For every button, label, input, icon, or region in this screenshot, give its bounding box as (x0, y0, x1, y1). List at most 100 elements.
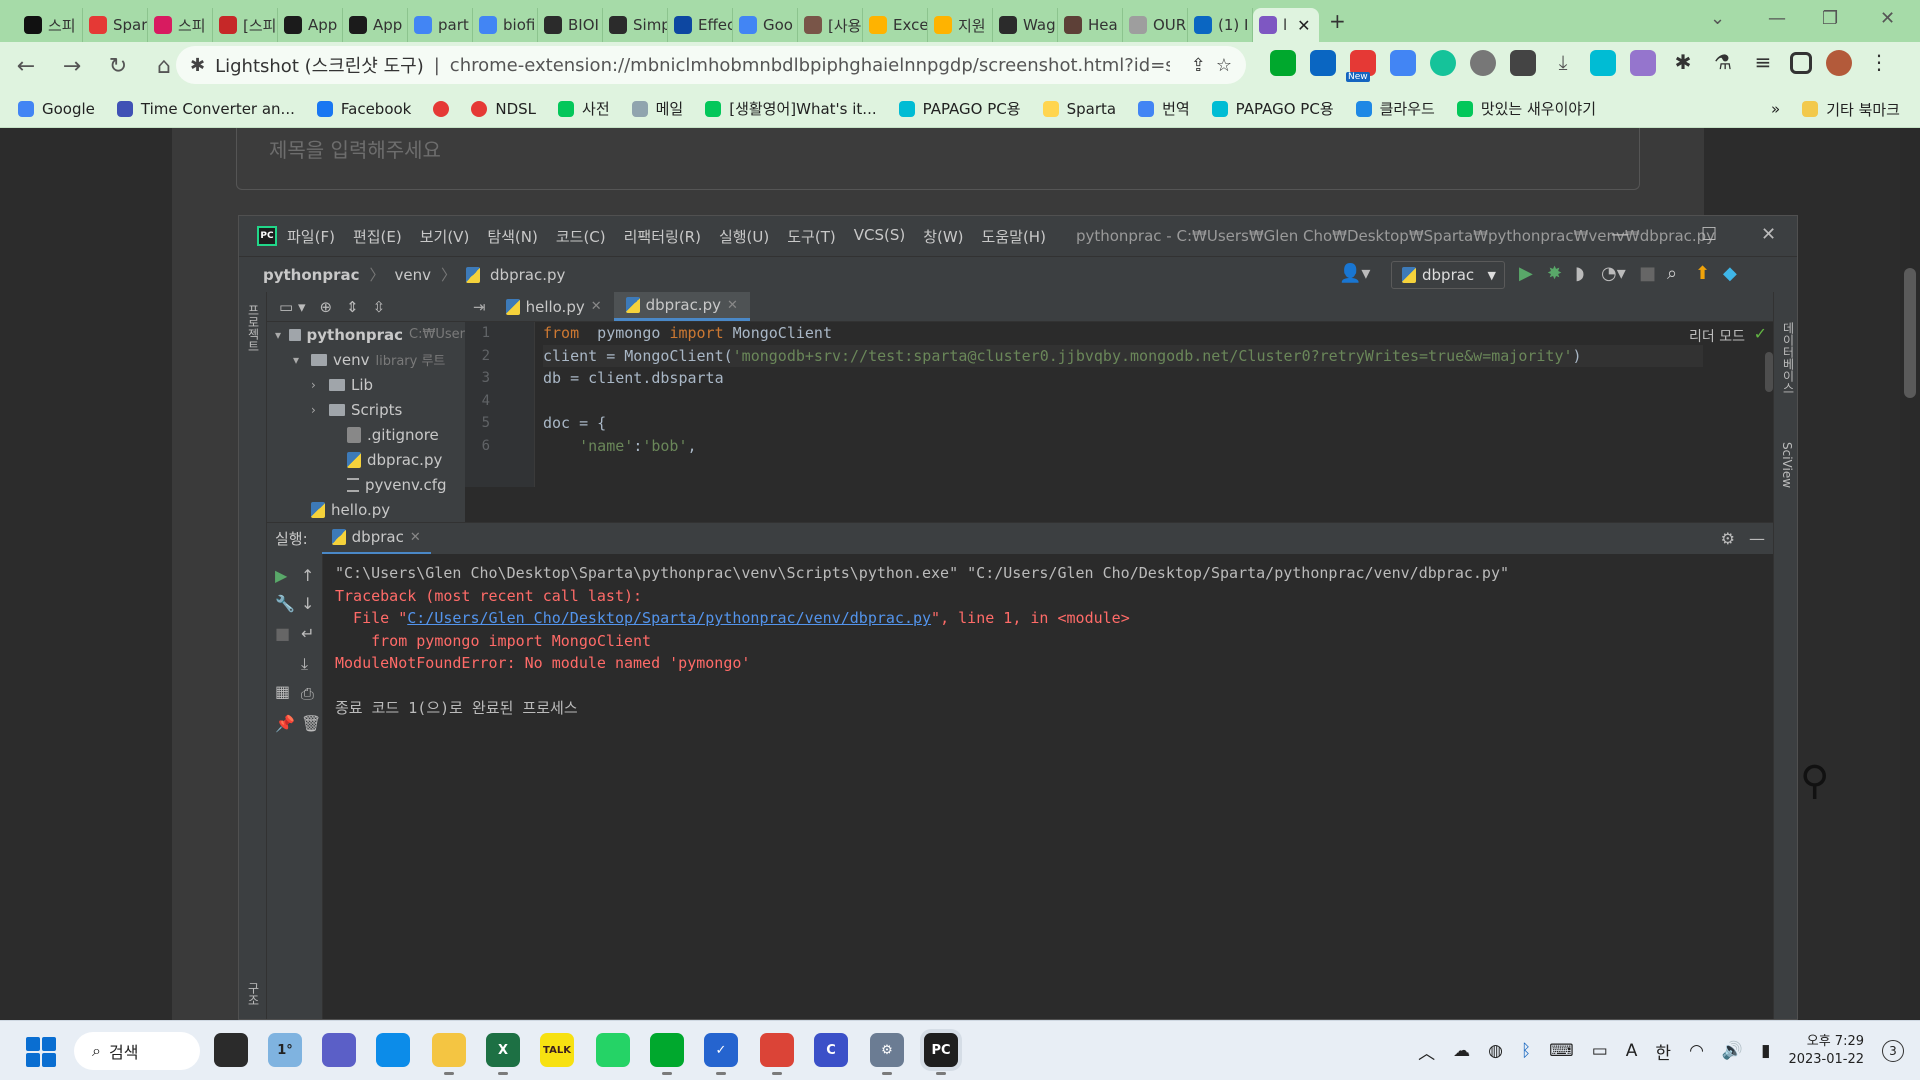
print-icon[interactable]: ⎙ (301, 684, 314, 704)
code-line[interactable] (543, 390, 1703, 413)
chevron-right-icon[interactable]: › (311, 403, 323, 417)
ide-menu-item[interactable]: VCS(S) (854, 226, 905, 247)
bookmark-item[interactable]: PAPAGO PC용 (1211, 98, 1334, 119)
run-tab-dbprac[interactable]: dbprac ✕ (321, 523, 431, 555)
browser-tab[interactable]: BIOI (538, 8, 603, 42)
other-bookmarks-folder[interactable]: 기타 북마크 (1802, 99, 1900, 120)
ide-maximize-button[interactable]: ☐ (1701, 224, 1717, 245)
onedrive-cloud-icon[interactable]: ☁ (1453, 1041, 1470, 1061)
ide-menu-item[interactable]: 편집(E) (353, 226, 402, 247)
browser-tab[interactable]: biofi (473, 8, 538, 42)
run-icon[interactable]: ▶ (1519, 263, 1533, 284)
bookmark-star-icon[interactable]: ☆ (1216, 55, 1232, 76)
project-tree-item[interactable]: hello.py (267, 497, 465, 522)
page-scrollbar[interactable] (1900, 128, 1920, 1020)
browser-tab[interactable]: Exce (863, 8, 928, 42)
ide-menu-item[interactable]: 코드(C) (556, 226, 606, 247)
bookmark-item[interactable]: 클라우드 (1355, 98, 1435, 119)
close-icon[interactable]: ✕ (591, 299, 602, 314)
forward-icon[interactable]: → (58, 54, 86, 79)
taskbar-app-app-c[interactable]: C (814, 1033, 848, 1067)
editor-tab[interactable]: hello.py ✕ (494, 292, 614, 321)
project-tree-item[interactable]: .gitignore (267, 422, 465, 447)
battery-icon[interactable]: ▮ (1761, 1041, 1770, 1061)
close-icon[interactable]: ✕ (410, 530, 421, 545)
project-tree-item[interactable]: dbprac.py (267, 447, 465, 472)
bookmark-item[interactable]: Facebook (316, 100, 411, 118)
taskbar-app-chrome-beta[interactable] (760, 1033, 794, 1075)
bookmark-item[interactable]: PAPAGO PC용 (898, 98, 1021, 119)
user-account-icon[interactable]: 👤▾ (1339, 263, 1370, 284)
stop-icon[interactable]: ■ (275, 624, 290, 643)
bookmark-item[interactable]: 맛있는 새우이야기 (1456, 98, 1596, 119)
code-line[interactable]: db = client.dbsparta (543, 367, 1703, 390)
collapse-all-icon[interactable]: ⇳ (373, 298, 386, 316)
flask-ext-icon[interactable]: ⚗ (1710, 50, 1736, 76)
taskbar-app-whatsapp[interactable] (596, 1033, 630, 1067)
plugin-logo-icon[interactable]: ◆ (1723, 263, 1737, 284)
layout-icon[interactable]: ▦ (275, 682, 290, 701)
ide-menu-item[interactable]: 파일(F) (287, 226, 335, 247)
project-tree-item[interactable]: › Scripts (267, 397, 465, 422)
ide-menu-item[interactable]: 실행(U) (719, 226, 769, 247)
project-tree-item[interactable]: ▾ venv library 루트 (267, 347, 465, 372)
breadcrumb-folder[interactable]: venv (395, 266, 432, 284)
chevron-right-icon[interactable]: › (311, 378, 323, 392)
window-restore-button[interactable]: ❐ (1822, 8, 1838, 29)
run-configuration-select[interactable]: dbprac ▼ (1391, 261, 1505, 289)
browser-tab[interactable]: part (408, 8, 473, 42)
update-icon[interactable]: ⬆ (1695, 263, 1710, 284)
taskbar-app-kakaotalk[interactable]: TALK (540, 1033, 574, 1067)
bluetooth-icon[interactable]: ᛒ (1521, 1041, 1531, 1061)
chrome-menu-icon[interactable]: ⋮ (1866, 50, 1892, 76)
extensions-puzzle-icon[interactable]: ✱ (1670, 50, 1696, 76)
traceback-file-link[interactable]: C:/Users/Glen Cho/Desktop/Sparta/pythonp… (407, 609, 931, 627)
code-area[interactable]: from pymongo import MongoClient client = … (543, 322, 1703, 457)
code-line[interactable]: 'name':'bob', (543, 435, 1703, 458)
media-control-icon[interactable]: ≡ (1750, 50, 1776, 76)
taskbar-app-zoom[interactable] (322, 1033, 356, 1067)
tab-close-icon[interactable]: ✕ (1297, 16, 1310, 35)
tablet-icon[interactable]: ▭ (1592, 1041, 1608, 1061)
code-line[interactable]: from pymongo import MongoClient (543, 322, 1703, 345)
new-tab-button[interactable]: + (1319, 9, 1356, 33)
lightshot-ext-icon[interactable] (1630, 50, 1656, 76)
code-editor[interactable]: 123456 from pymongo import MongoClient cl… (465, 322, 1773, 487)
editor-pin-icon[interactable]: ⇥ (465, 292, 494, 321)
locate-target-icon[interactable]: ⊕ (319, 298, 332, 316)
browser-tab[interactable]: Wag (993, 8, 1058, 42)
sciview-tool-tab[interactable]: SciView (1780, 442, 1794, 488)
windows-start-button[interactable] (26, 1037, 56, 1067)
pin-icon[interactable]: 📌 (275, 714, 295, 733)
editor-scroll-thumb[interactable] (1765, 352, 1773, 392)
ide-minimize-button[interactable]: — (1611, 224, 1629, 245)
share-icon[interactable]: ⇪ (1191, 55, 1206, 76)
reload-icon[interactable]: ↻ (104, 54, 132, 79)
expand-all-icon[interactable]: ⇕ (346, 298, 359, 316)
taskbar-app-edge[interactable] (376, 1033, 410, 1067)
profile-avatar[interactable] (1826, 50, 1852, 76)
bookmark-item[interactable]: 사전 (558, 98, 610, 119)
browser-tab[interactable]: Spar (83, 8, 148, 42)
window-close-button[interactable]: ✕ (1880, 8, 1895, 29)
taskbar-app-pycharm[interactable]: PC (924, 1033, 958, 1075)
breadcrumb-file[interactable]: dbprac.py (490, 266, 565, 284)
browser-tab[interactable]: Effec (668, 8, 733, 42)
wrench-icon[interactable]: 🔧 (275, 594, 295, 613)
code-line[interactable]: doc = { (543, 412, 1703, 435)
notification-count-badge[interactable]: 3 (1882, 1040, 1904, 1062)
wifi-icon[interactable]: ◠ (1689, 1041, 1704, 1061)
page-scroll-thumb[interactable] (1904, 268, 1916, 398)
browser-tab[interactable]: l ✕ (1253, 8, 1319, 42)
back-icon[interactable]: ← (12, 54, 40, 79)
coverage-icon[interactable]: ◗ (1575, 263, 1584, 284)
browser-tab[interactable]: 스피 (18, 8, 83, 42)
taskbar-app-excel[interactable]: X (486, 1033, 520, 1075)
project-tree-item[interactable]: pyvenv.cfg (267, 472, 465, 497)
taskbar-search[interactable]: ⌕ 검색 (74, 1032, 200, 1070)
evernote-ext-icon[interactable] (1270, 50, 1296, 76)
linkedin-ext-icon[interactable] (1310, 50, 1336, 76)
volume-icon[interactable]: 🔊 (1722, 1041, 1743, 1061)
downloads-icon[interactable]: ⤓ (1550, 50, 1576, 76)
tray-overflow-chevron-icon[interactable]: ︿ (1418, 1039, 1435, 1064)
